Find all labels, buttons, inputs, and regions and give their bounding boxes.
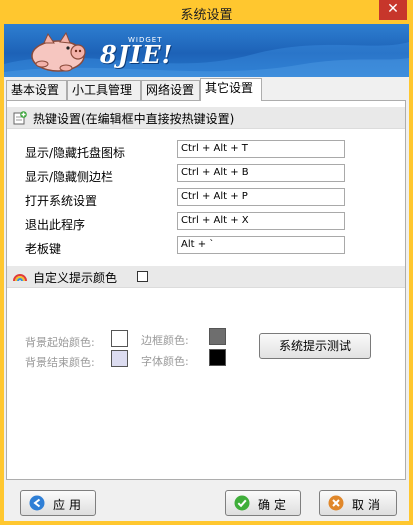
arrow-left-icon bbox=[29, 495, 45, 511]
rainbow-icon bbox=[13, 274, 27, 282]
hotkey-label-exit: 退出此程序 bbox=[25, 218, 86, 232]
tip-color-section-header: 自定义提示颜色 bbox=[7, 266, 405, 288]
hotkey-label-sidebar: 显示/隐藏侧边栏 bbox=[25, 170, 114, 184]
title-bar[interactable]: 系统设置 ✕ bbox=[0, 0, 413, 24]
border-color-label: 边框颜色: bbox=[141, 334, 189, 347]
window-title: 系统设置 bbox=[180, 8, 233, 23]
banner: 8JIE! WIDGET bbox=[4, 24, 409, 77]
custom-tip-color-checkbox[interactable] bbox=[137, 271, 148, 282]
ok-label: 确定 bbox=[258, 498, 291, 512]
cancel-label: 取消 bbox=[352, 498, 385, 512]
bg-end-color-label: 背景结束颜色: bbox=[25, 356, 95, 369]
hotkey-label-boss-key: 老板键 bbox=[25, 242, 62, 256]
check-icon bbox=[234, 495, 250, 511]
cancel-button[interactable]: 取消 bbox=[319, 490, 397, 516]
bg-start-color-label: 背景起始颜色: bbox=[25, 336, 95, 349]
app-logo: 8JIE! WIDGET bbox=[24, 28, 172, 74]
apply-button[interactable]: 应用 bbox=[20, 490, 96, 516]
hotkey-section-title: 热键设置(在编辑框中直接按热键设置) bbox=[33, 112, 235, 126]
window-client: 8JIE! WIDGET 基本设置 小工具管理 网络设置 其它设置 热键设置(在… bbox=[4, 24, 409, 521]
font-color-label: 字体颜色: bbox=[141, 355, 189, 368]
hotkey-label-open-settings: 打开系统设置 bbox=[25, 194, 98, 208]
apply-label: 应用 bbox=[53, 498, 86, 512]
logo-text: 8JIE! bbox=[100, 40, 174, 69]
tab-widget-management[interactable]: 小工具管理 bbox=[67, 80, 141, 100]
settings-tabs: 基本设置 小工具管理 网络设置 其它设置 bbox=[6, 78, 406, 101]
hotkey-input-sidebar[interactable]: Ctrl + Alt + B bbox=[177, 164, 345, 182]
hotkey-label-tray-icon: 显示/隐藏托盘图标 bbox=[25, 146, 126, 160]
bg-end-color-swatch[interactable] bbox=[111, 350, 128, 367]
close-icon: ✕ bbox=[387, 1, 399, 17]
tab-network-settings[interactable]: 网络设置 bbox=[141, 80, 200, 100]
tip-color-section-title: 自定义提示颜色 bbox=[33, 271, 118, 285]
border-color-swatch[interactable] bbox=[209, 328, 226, 345]
hotkey-input-boss-key[interactable]: Alt + ` bbox=[177, 236, 345, 254]
test-tip-button[interactable]: 系统提示测试 bbox=[259, 333, 371, 359]
settings-window: 系统设置 ✕ 8JIE! WIDGET 基本设置 小工具管理 网络设置 其它设置… bbox=[0, 0, 413, 525]
tab-basic-settings[interactable]: 基本设置 bbox=[6, 80, 67, 100]
logo-subtitle: WIDGET bbox=[128, 36, 163, 44]
hotkey-section-header: 热键设置(在编辑框中直接按热键设置) bbox=[7, 107, 405, 129]
bg-start-color-swatch[interactable] bbox=[111, 330, 128, 347]
add-note-icon bbox=[13, 111, 27, 125]
tab-other-settings[interactable]: 其它设置 bbox=[200, 78, 262, 101]
cancel-icon bbox=[328, 495, 344, 511]
close-button[interactable]: ✕ bbox=[379, 0, 407, 20]
pig-mascot-icon bbox=[31, 31, 86, 72]
hotkey-input-open-settings[interactable]: Ctrl + Alt + P bbox=[177, 188, 345, 206]
font-color-swatch[interactable] bbox=[209, 349, 226, 366]
hotkey-input-exit[interactable]: Ctrl + Alt + X bbox=[177, 212, 345, 230]
ok-button[interactable]: 确定 bbox=[225, 490, 301, 516]
other-settings-panel: 热键设置(在编辑框中直接按热键设置) 显示/隐藏托盘图标 Ctrl + Alt … bbox=[6, 100, 406, 480]
hotkey-input-tray-icon[interactable]: Ctrl + Alt + T bbox=[177, 140, 345, 158]
